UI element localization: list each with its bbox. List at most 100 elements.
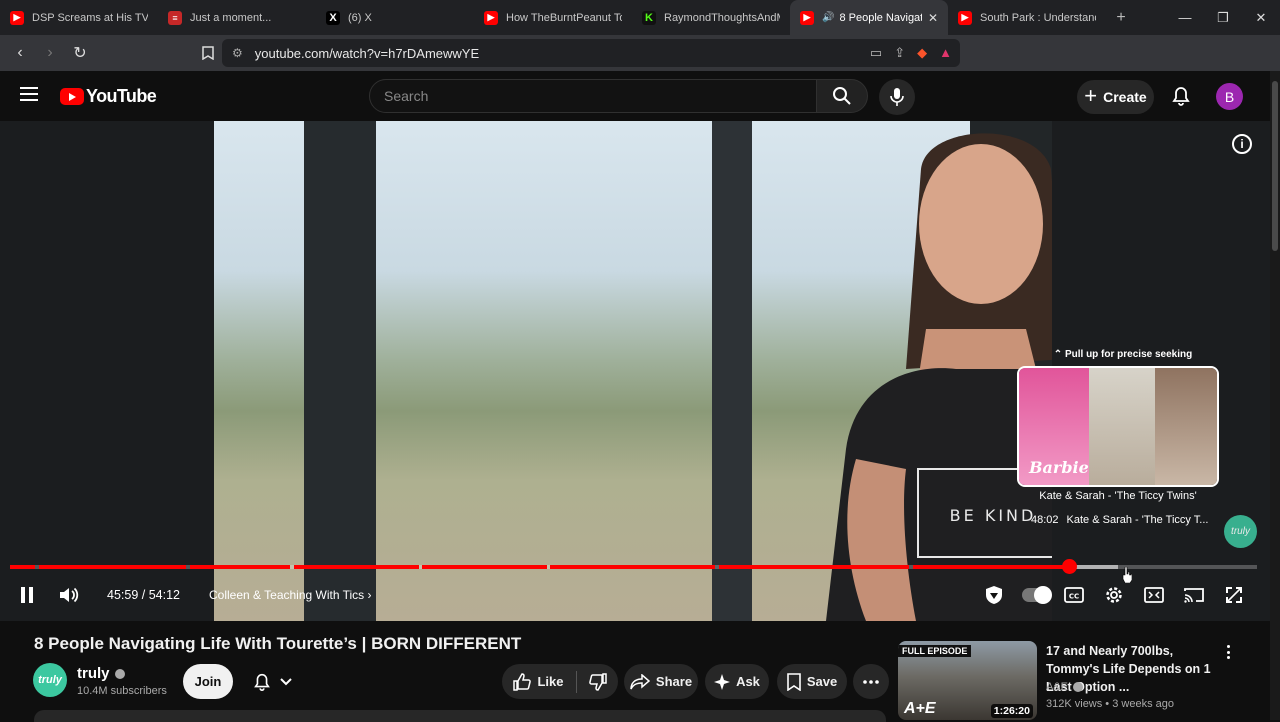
gear-icon — [1106, 587, 1122, 603]
browser-tab[interactable]: K RaymondThoughtsAndMi — [632, 0, 790, 35]
brave-rewards-icon[interactable]: ▲ — [939, 45, 952, 61]
youtube-header: YouTube Search + Create B — [0, 71, 1280, 121]
scrollbar-thumb[interactable] — [1272, 81, 1278, 251]
like-dislike-group: Like — [502, 664, 618, 699]
kick-icon: K — [642, 10, 656, 25]
channel-watermark[interactable]: truly — [1224, 515, 1257, 548]
create-button[interactable]: + Create — [1077, 80, 1154, 114]
channel-avatar[interactable]: truly — [33, 663, 67, 697]
sparkle-icon — [714, 673, 731, 690]
minimize-icon[interactable]: — — [1166, 0, 1204, 35]
theater-mode-button[interactable] — [1144, 583, 1164, 607]
preview-barbie-text: Barbie — [1029, 458, 1089, 477]
preview-frame — [1089, 368, 1155, 485]
info-icon[interactable]: i — [1232, 134, 1252, 154]
subscriber-count: 10.4M subscribers — [77, 685, 167, 697]
menu-icon[interactable] — [20, 87, 38, 101]
window-frame — [712, 121, 752, 621]
ad-shield-button[interactable] — [984, 583, 1004, 607]
save-button[interactable]: Save — [777, 664, 847, 699]
notifications-button[interactable] — [1170, 85, 1192, 107]
window-frame — [304, 121, 376, 621]
url-text[interactable]: youtube.com/watch?v=h7rDAmewwYE — [255, 46, 479, 61]
browser-tab[interactable]: ▶South Park : Understandin — [948, 0, 1106, 35]
progress-chapter-segment — [422, 565, 547, 569]
thumbs-down-icon — [588, 672, 607, 691]
flag-icon: ≡ — [168, 10, 182, 25]
scrubber-handle[interactable] — [1062, 559, 1077, 574]
bookmark-icon — [787, 672, 801, 691]
volume-button[interactable] — [58, 583, 82, 607]
youtube-icon: ▶ — [10, 10, 24, 25]
voice-search-button[interactable] — [879, 79, 915, 115]
subscription-bell-button[interactable] — [243, 664, 301, 699]
browser-tab-active[interactable]: ▶🔊8 People Navigatin✕ — [790, 0, 948, 35]
like-divider — [575, 670, 577, 693]
recommended-thumbnail[interactable]: FULL EPISODE A+E 1:26:20 — [898, 641, 1037, 720]
precise-seek-hint: ⌃ Pull up for precise seeking — [1053, 349, 1193, 360]
share-button[interactable]: Share — [624, 664, 698, 699]
site-settings-icon[interactable]: ⚙ — [232, 46, 243, 60]
settings-button[interactable] — [1104, 583, 1124, 607]
more-actions-button[interactable] — [853, 664, 889, 699]
ae-logo: A+E — [904, 700, 936, 717]
channel-name[interactable]: truly — [77, 665, 125, 682]
maximize-icon[interactable]: ❐ — [1204, 0, 1242, 35]
autoplay-toggle[interactable] — [1022, 586, 1052, 604]
browser-tab[interactable]: ▶DSP Screams at His TV as — [0, 0, 158, 35]
youtube-logo[interactable]: YouTube — [60, 86, 157, 107]
browser-tab[interactable]: X (6) X — [316, 0, 474, 35]
like-button[interactable]: Like — [513, 672, 564, 691]
address-bar[interactable]: ⚙ youtube.com/watch?v=h7rDAmewwYE ▭ ⇪ ◆ … — [222, 39, 960, 67]
ask-button[interactable]: Ask — [705, 664, 769, 699]
back-icon[interactable]: ‹ — [8, 41, 32, 65]
video-title: 8 People Navigating Life With Tourette’s… — [34, 634, 522, 653]
cast-button[interactable] — [1184, 583, 1204, 607]
bell-icon — [1172, 87, 1190, 106]
recommended-meta: 312K views • 3 weeks ago — [1046, 698, 1174, 710]
fullscreen-button[interactable] — [1224, 583, 1244, 607]
recommended-menu-icon[interactable] — [1222, 644, 1234, 660]
video-frame[interactable]: BE KIND — [214, 121, 1052, 621]
svg-text:CC: CC — [1069, 593, 1079, 601]
join-button[interactable]: Join — [183, 664, 233, 699]
description-box[interactable] — [34, 710, 886, 722]
screen-icon[interactable]: ▭ — [870, 45, 882, 61]
progress-chapter-segment — [10, 565, 35, 569]
dislike-button[interactable] — [588, 672, 607, 691]
reload-icon[interactable]: ↻ — [68, 41, 92, 65]
close-tab-icon[interactable]: ✕ — [928, 11, 938, 25]
captions-button[interactable]: CC — [1064, 583, 1084, 607]
browser-tab[interactable]: ≡ Just a moment... — [158, 0, 316, 35]
progress-chapter-segment — [294, 565, 419, 569]
preview-frame: Barbie — [1019, 368, 1089, 485]
browser-tab[interactable]: ▶How TheBurntPeanut Took — [474, 0, 632, 35]
recommended-channel[interactable]: A&E — [1046, 681, 1084, 693]
more-horizontal-icon — [863, 679, 879, 684]
chapter-button[interactable]: Colleen & Teaching With Tics › — [209, 588, 372, 602]
bell-icon — [254, 673, 270, 691]
brave-shield-icon[interactable]: ◆ — [917, 45, 927, 61]
forward-icon[interactable]: › — [38, 41, 62, 65]
chevron-down-icon — [280, 677, 292, 685]
new-tab-button[interactable]: + — [1106, 9, 1136, 27]
progress-chapter-segment — [550, 565, 715, 569]
bookmark-icon[interactable] — [196, 41, 220, 65]
pause-button[interactable] — [16, 583, 38, 607]
speaker-icon: 🔊 — [822, 12, 835, 23]
preview-chapter-title: Kate & Sarah - 'The Ticcy Twins' — [1039, 490, 1197, 502]
progress-buffered — [1070, 565, 1118, 569]
search-button[interactable] — [816, 79, 868, 113]
chevron-right-icon: › — [367, 588, 372, 602]
video-player[interactable]: BE KIND i ⌃ Pull up for precise seeking … — [0, 121, 1270, 621]
duration-badge: 1:26:20 — [990, 704, 1033, 718]
browser-tab-bar: ▶DSP Screams at His TV as ≡Just a moment… — [0, 0, 1280, 35]
window-controls: — ❐ ✕ — [1166, 0, 1280, 35]
close-window-icon[interactable]: ✕ — [1242, 0, 1280, 35]
preview-frame — [1155, 368, 1217, 485]
search-input[interactable]: Search — [369, 79, 817, 113]
player-controls: 45:59 / 54:12 Colleen & Teaching With Ti… — [0, 583, 1270, 621]
share-icon[interactable]: ⇪ — [894, 45, 905, 61]
account-avatar[interactable]: B — [1216, 83, 1243, 110]
page-scrollbar[interactable] — [1270, 71, 1280, 720]
